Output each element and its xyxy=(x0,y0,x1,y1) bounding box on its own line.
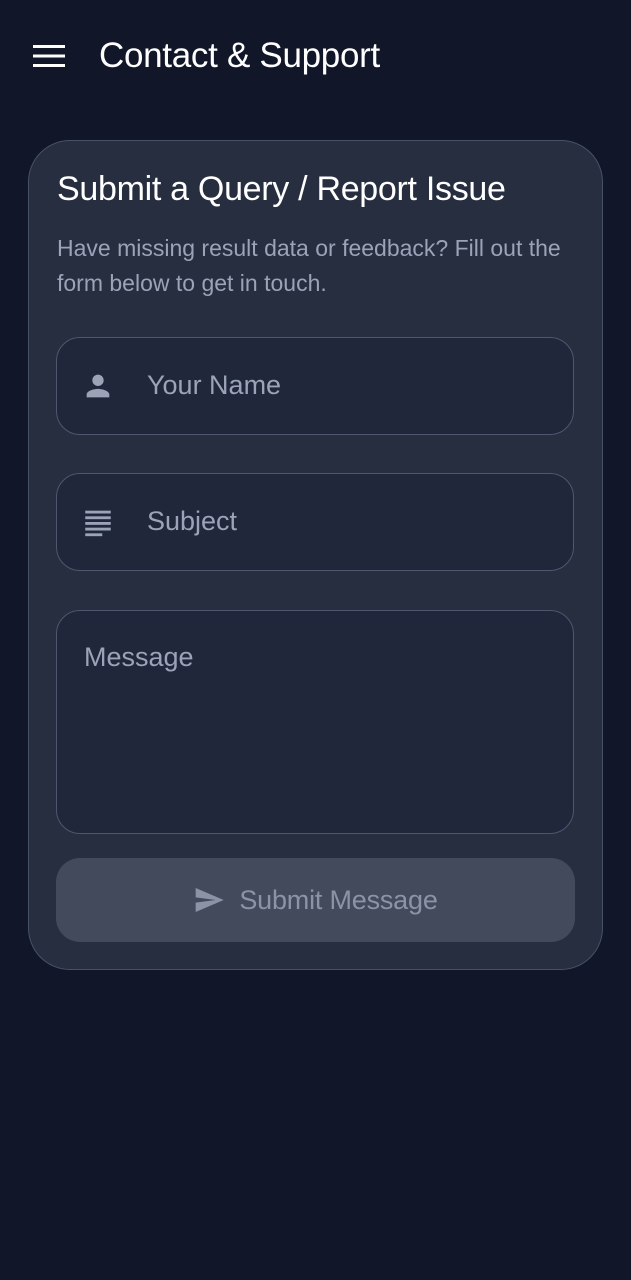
subject-lines-icon xyxy=(85,510,111,537)
subject-input[interactable] xyxy=(147,474,557,569)
submit-button-label: Submit Message xyxy=(239,884,438,915)
form-title: Submit a Query / Report Issue xyxy=(57,170,506,208)
message-input[interactable] xyxy=(84,639,544,809)
form-description: Have missing result data or feedback? Fi… xyxy=(57,235,561,296)
name-input[interactable] xyxy=(147,338,557,433)
name-field[interactable] xyxy=(56,337,574,435)
contact-form-card: Submit a Query / Report Issue Have missi… xyxy=(28,140,603,970)
submit-message-button[interactable]: Submit Message xyxy=(56,858,575,942)
person-icon xyxy=(86,374,110,398)
send-icon xyxy=(196,888,225,912)
page-title: Contact & Support xyxy=(99,36,380,75)
app-bar: Contact & Support xyxy=(0,0,631,112)
message-field[interactable] xyxy=(56,610,574,834)
menu-icon xyxy=(33,45,65,67)
menu-button[interactable] xyxy=(24,32,74,80)
subject-field[interactable] xyxy=(56,473,574,571)
